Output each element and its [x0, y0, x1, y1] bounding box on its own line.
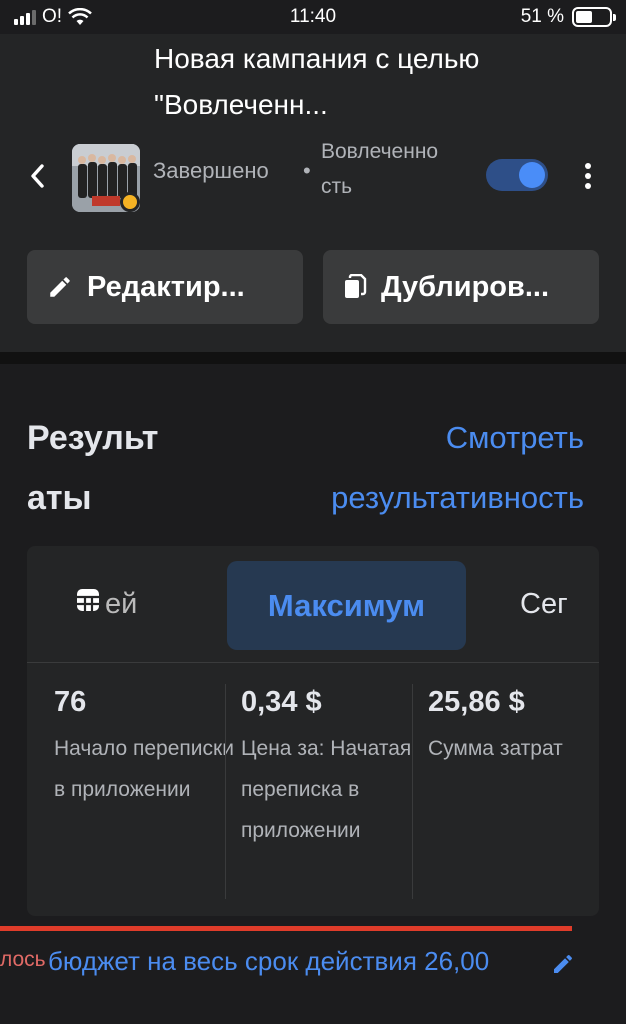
- status-separator: •: [303, 158, 311, 183]
- metric-label: Начало переписки в приложении: [54, 737, 234, 801]
- budget-spent-bar: [0, 926, 572, 931]
- copy-icon: [345, 274, 367, 298]
- toggle-knob: [519, 162, 545, 188]
- battery-percent: 51 %: [520, 6, 564, 27]
- metrics-card: ей Максимум Сег 76 Начало переписки в пр…: [27, 546, 599, 916]
- metric-value: 25,86 $: [428, 686, 525, 718]
- metric-tabs: ей Максимум Сег: [27, 546, 599, 663]
- campaign-title: Новая кампания с целью "Вовлеченн...: [154, 43, 480, 120]
- back-button[interactable]: [22, 158, 52, 194]
- budget-prefix-text: лось: [0, 948, 46, 971]
- metric-divider: [412, 684, 413, 899]
- battery-icon: [572, 7, 616, 27]
- metric-cost-per-result: 0,34 $ Цена за: Начатая переписка в прил…: [241, 684, 427, 851]
- section-divider: [0, 352, 626, 364]
- metric-conversations: 76 Начало переписки в приложении: [54, 684, 240, 810]
- back-chevron-icon: [31, 164, 44, 188]
- budget-edit-link[interactable]: бюджет на весь срок действия 26,00: [48, 946, 489, 977]
- duplicate-button-label: Дублиров...: [381, 270, 550, 303]
- table-grid-icon: [77, 588, 99, 611]
- duplicate-button[interactable]: Дублиров...: [323, 250, 599, 324]
- status-bar: O! 11:40 51 %: [0, 0, 626, 34]
- campaign-objective: Вовлеченно сть: [321, 140, 439, 198]
- campaign-active-toggle[interactable]: [486, 159, 548, 191]
- tab-previous[interactable]: ей: [75, 588, 137, 621]
- view-performance-link[interactable]: Смотреть результативность: [254, 408, 584, 528]
- budget-row: лось бюджет на весь срок действия 26,00: [0, 946, 626, 986]
- edit-button[interactable]: Редактир...: [27, 250, 303, 324]
- campaign-status: Завершено: [153, 158, 269, 183]
- status-bar-right: 51 %: [520, 6, 616, 28]
- metric-value: 76: [54, 686, 87, 718]
- edit-button-label: Редактир...: [87, 270, 245, 303]
- metric-label: Сумма затрат: [428, 737, 563, 760]
- metric-divider: [225, 684, 226, 899]
- status-indicator-dot: [120, 192, 140, 212]
- results-heading: Результ аты: [27, 419, 159, 517]
- more-options-button[interactable]: [576, 158, 600, 194]
- metric-label: Цена за: Начатая переписка в приложении: [241, 737, 412, 842]
- metric-amount-spent: 25,86 $ Сумма затрат: [428, 684, 599, 769]
- bottom-spacer: [0, 990, 626, 1024]
- pencil-edit-icon[interactable]: [551, 952, 575, 976]
- campaign-header: Новая кампания с целью "Вовлеченн... Зав…: [0, 34, 626, 352]
- pencil-icon: [50, 277, 70, 297]
- more-vertical-icon: [585, 163, 591, 169]
- tab-previous-label: ей: [105, 588, 138, 620]
- tab-next[interactable]: Сег: [520, 588, 568, 621]
- tab-maximum[interactable]: Максимум: [227, 561, 466, 650]
- metric-value: 0,34 $: [241, 686, 322, 718]
